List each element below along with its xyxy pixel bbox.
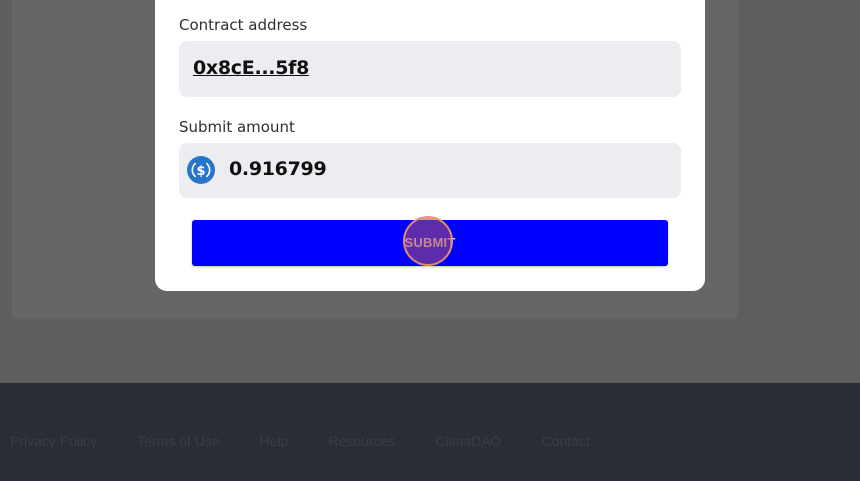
footer-link-help[interactable]: Help	[260, 433, 289, 449]
svg-text:$: $	[196, 164, 205, 179]
footer-link-climadao[interactable]: ClimaDAO	[435, 433, 501, 449]
footer-link-terms-of-use[interactable]: Terms of Use	[137, 433, 219, 449]
footer-link-privacy-policy[interactable]: Privacy Policy	[10, 433, 97, 449]
submit-button-label: SUBMIT	[404, 235, 456, 250]
submit-amount-field: $ 0.916799	[179, 143, 681, 198]
contract-address-label: Contract address	[179, 16, 308, 34]
contract-address-field: 0x8cE...5f8	[179, 41, 681, 97]
footer-link-resources[interactable]: Resources	[328, 433, 395, 449]
usdc-dollar-coin-icon: $	[187, 156, 215, 184]
submit-amount-label: Submit amount	[179, 118, 295, 136]
contract-address-link[interactable]: 0x8cE...5f8	[193, 57, 309, 79]
footer	[0, 383, 860, 481]
submit-amount-value: 0.916799	[229, 158, 327, 180]
submit-button[interactable]: SUBMIT	[192, 220, 668, 266]
footer-links: Privacy Policy Terms of Use Help Resourc…	[10, 433, 590, 449]
submit-modal: Contract address 0x8cE...5f8 Submit amou…	[155, 0, 705, 291]
footer-link-contact[interactable]: Contact	[541, 433, 589, 449]
